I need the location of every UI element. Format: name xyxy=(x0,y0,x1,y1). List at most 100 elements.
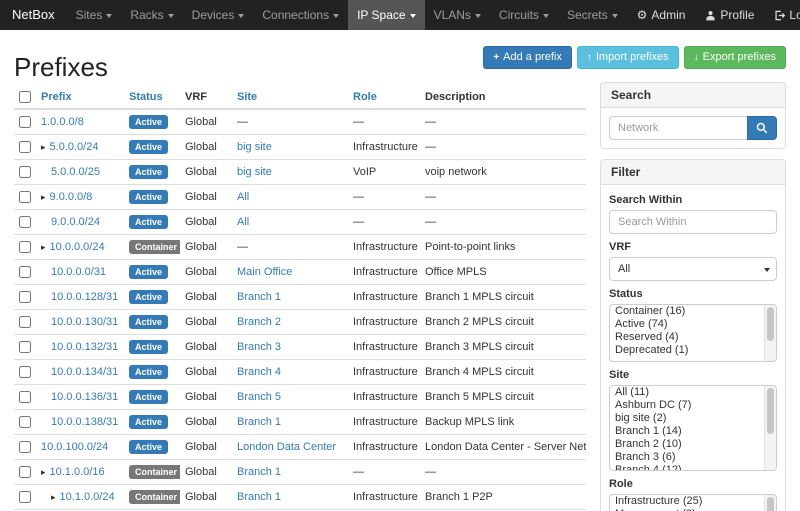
column-header-role[interactable]: Role xyxy=(348,86,420,109)
row-checkbox[interactable] xyxy=(19,466,31,478)
row-checkbox[interactable] xyxy=(19,491,31,503)
prefix-link[interactable]: 10.0.0.138/31 xyxy=(51,416,118,428)
filter-option[interactable]: Branch 2 (10) xyxy=(610,438,776,451)
role-value: Infrastructure xyxy=(353,316,418,328)
site-link[interactable]: All xyxy=(237,216,249,228)
export-prefixes-button[interactable]: ↓ Export prefixes xyxy=(684,46,786,69)
add-prefix-button[interactable]: + Add a prefix xyxy=(483,46,572,69)
import-prefixes-button[interactable]: ↑ Import prefixes xyxy=(577,46,679,69)
site-link[interactable]: Branch 4 xyxy=(237,366,281,378)
row-checkbox[interactable] xyxy=(19,291,31,303)
nav-item-secrets[interactable]: Secrets xyxy=(558,0,627,30)
filter-option[interactable]: big site (2) xyxy=(610,412,776,425)
scrollbar[interactable] xyxy=(764,305,776,361)
row-checkbox[interactable] xyxy=(19,416,31,428)
select-all-checkbox[interactable] xyxy=(19,91,31,103)
row-checkbox[interactable] xyxy=(19,141,31,153)
prefix-link[interactable]: 5.0.0.0/24 xyxy=(50,141,99,153)
scrollbar[interactable] xyxy=(764,495,776,511)
filter-option[interactable]: Deprecated (1) xyxy=(610,344,776,357)
prefix-link[interactable]: 10.0.0.132/31 xyxy=(51,341,118,353)
site-empty: — xyxy=(237,241,248,253)
row-checkbox[interactable] xyxy=(19,266,31,278)
navbar-right: ⚙ Admin Profile Log out xyxy=(627,0,800,30)
site-link[interactable]: Branch 5 xyxy=(237,391,281,403)
prefix-link[interactable]: 10.1.0.0/24 xyxy=(60,491,115,503)
site-link[interactable]: Branch 1 xyxy=(237,291,281,303)
prefix-link[interactable]: 10.0.0.0/31 xyxy=(51,266,106,278)
filter-option[interactable]: Active (74) xyxy=(610,318,776,331)
search-input[interactable] xyxy=(609,116,747,140)
nav-item-circuits[interactable]: Circuits xyxy=(490,0,558,30)
prefix-link[interactable]: 5.0.0.0/25 xyxy=(51,166,100,178)
nav-item-label: Racks xyxy=(130,8,163,22)
filter-option[interactable]: Branch 4 (12) xyxy=(610,464,776,471)
site-filter-list[interactable]: All (11)Ashburn DC (7)big site (2)Branch… xyxy=(609,385,777,471)
column-header-site[interactable]: Site xyxy=(232,86,348,109)
site-link[interactable]: Branch 3 xyxy=(237,341,281,353)
app-logo[interactable]: NetBox xyxy=(0,0,67,30)
prefix-link[interactable]: 9.0.0.0/24 xyxy=(51,216,100,228)
profile-link[interactable]: Profile xyxy=(695,0,764,30)
search-within-input[interactable] xyxy=(609,210,777,234)
vrf-value: Global xyxy=(185,341,217,353)
prefix-link[interactable]: 10.0.0.0/24 xyxy=(50,241,105,253)
filter-option[interactable]: Ashburn DC (7) xyxy=(610,399,776,412)
row-checkbox[interactable] xyxy=(19,216,31,228)
site-link[interactable]: big site xyxy=(237,141,272,153)
site-link[interactable]: London Data Center xyxy=(237,441,336,453)
nav-item-racks[interactable]: Racks xyxy=(121,0,182,30)
row-checkbox[interactable] xyxy=(19,441,31,453)
row-checkbox[interactable] xyxy=(19,341,31,353)
site-link[interactable]: All xyxy=(237,191,249,203)
scrollbar[interactable] xyxy=(764,386,776,470)
row-checkbox[interactable] xyxy=(19,191,31,203)
site-link[interactable]: Branch 1 xyxy=(237,416,281,428)
site-link[interactable]: Main Office xyxy=(237,266,292,278)
site-link[interactable]: Branch 1 xyxy=(237,466,281,478)
prefix-link[interactable]: 10.0.0.136/31 xyxy=(51,391,118,403)
search-button[interactable] xyxy=(747,116,777,140)
row-checkbox[interactable] xyxy=(19,166,31,178)
prefix-link[interactable]: 10.0.0.134/31 xyxy=(51,366,118,378)
row-checkbox[interactable] xyxy=(19,116,31,128)
search-icon xyxy=(756,122,768,134)
nav-item-connections[interactable]: Connections xyxy=(253,0,348,30)
import-prefixes-label: Import prefixes xyxy=(596,51,669,64)
admin-link[interactable]: ⚙ Admin xyxy=(627,0,696,30)
row-checkbox[interactable] xyxy=(19,241,31,253)
row-checkbox[interactable] xyxy=(19,316,31,328)
status-filter-list[interactable]: Container (16)Active (74)Reserved (4)Dep… xyxy=(609,304,777,362)
column-header-prefix[interactable]: Prefix xyxy=(36,86,124,109)
status-badge: Active xyxy=(129,265,168,279)
prefix-link[interactable]: 10.0.0.130/31 xyxy=(51,316,118,328)
logout-link[interactable]: Log out xyxy=(764,0,800,30)
expand-arrow-icon: ▸ xyxy=(41,467,46,477)
prefix-link[interactable]: 10.0.0.128/31 xyxy=(51,291,118,303)
nav-item-sites[interactable]: Sites xyxy=(67,0,122,30)
site-link[interactable]: big site xyxy=(237,166,272,178)
admin-label: Admin xyxy=(651,0,685,30)
filter-option[interactable]: Infrastructure (25) xyxy=(610,495,776,508)
prefix-link[interactable]: 10.1.0.0/16 xyxy=(50,466,105,478)
row-checkbox[interactable] xyxy=(19,391,31,403)
nav-item-label: Circuits xyxy=(499,8,539,22)
filter-option[interactable]: Reserved (4) xyxy=(610,331,776,344)
site-link[interactable]: Branch 2 xyxy=(237,316,281,328)
vrf-select[interactable]: All xyxy=(609,257,777,281)
nav-item-devices[interactable]: Devices xyxy=(183,0,254,30)
role-filter-list[interactable]: Infrastructure (25)Management (8)Private… xyxy=(609,494,777,511)
filter-option[interactable]: Branch 3 (6) xyxy=(610,451,776,464)
role-value: — xyxy=(353,466,364,478)
prefix-link[interactable]: 9.0.0.0/8 xyxy=(50,191,93,203)
column-header-status[interactable]: Status xyxy=(124,86,180,109)
row-checkbox[interactable] xyxy=(19,366,31,378)
prefix-link[interactable]: 10.0.100.0/24 xyxy=(41,441,108,453)
nav-item-vlans[interactable]: VLANs xyxy=(425,0,490,30)
filter-option[interactable]: All (11) xyxy=(610,386,776,399)
filter-option[interactable]: Branch 1 (14) xyxy=(610,425,776,438)
prefix-link[interactable]: 1.0.0.0/8 xyxy=(41,116,84,128)
filter-option[interactable]: Container (16) xyxy=(610,305,776,318)
nav-item-ip-space[interactable]: IP Space xyxy=(348,0,424,30)
site-link[interactable]: Branch 1 xyxy=(237,491,281,503)
